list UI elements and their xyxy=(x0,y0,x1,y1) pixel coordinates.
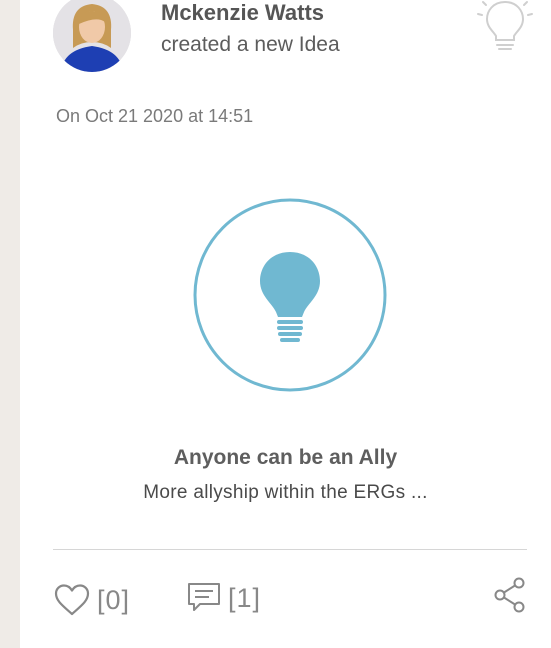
lightbulb-circle-icon xyxy=(191,196,389,394)
left-rail xyxy=(0,0,20,648)
avatar[interactable] xyxy=(53,0,131,72)
share-icon xyxy=(492,576,528,614)
heart-outline-icon xyxy=(53,583,91,617)
post-timestamp: On Oct 21 2020 at 14:51 xyxy=(56,106,254,126)
idea-title[interactable]: Anyone can be an Ally xyxy=(20,446,551,470)
idea-excerpt: More allyship within the ERGs ... xyxy=(143,482,428,503)
comment-count: [1] xyxy=(228,582,262,613)
share-button[interactable] xyxy=(492,576,528,614)
lightbulb-outline-icon xyxy=(475,0,535,54)
like-button[interactable]: [0] xyxy=(53,582,130,618)
comment-icon xyxy=(186,581,222,615)
like-count: [0] xyxy=(97,584,131,615)
idea-post-card: Mckenzie Watts created a new Idea On Oct… xyxy=(20,0,551,648)
comment-button[interactable]: [1] xyxy=(186,580,261,616)
avatar-photo xyxy=(53,0,131,72)
divider xyxy=(53,549,527,550)
post-action-text: created a new Idea xyxy=(161,33,340,56)
author-name[interactable]: Mckenzie Watts xyxy=(161,0,324,26)
